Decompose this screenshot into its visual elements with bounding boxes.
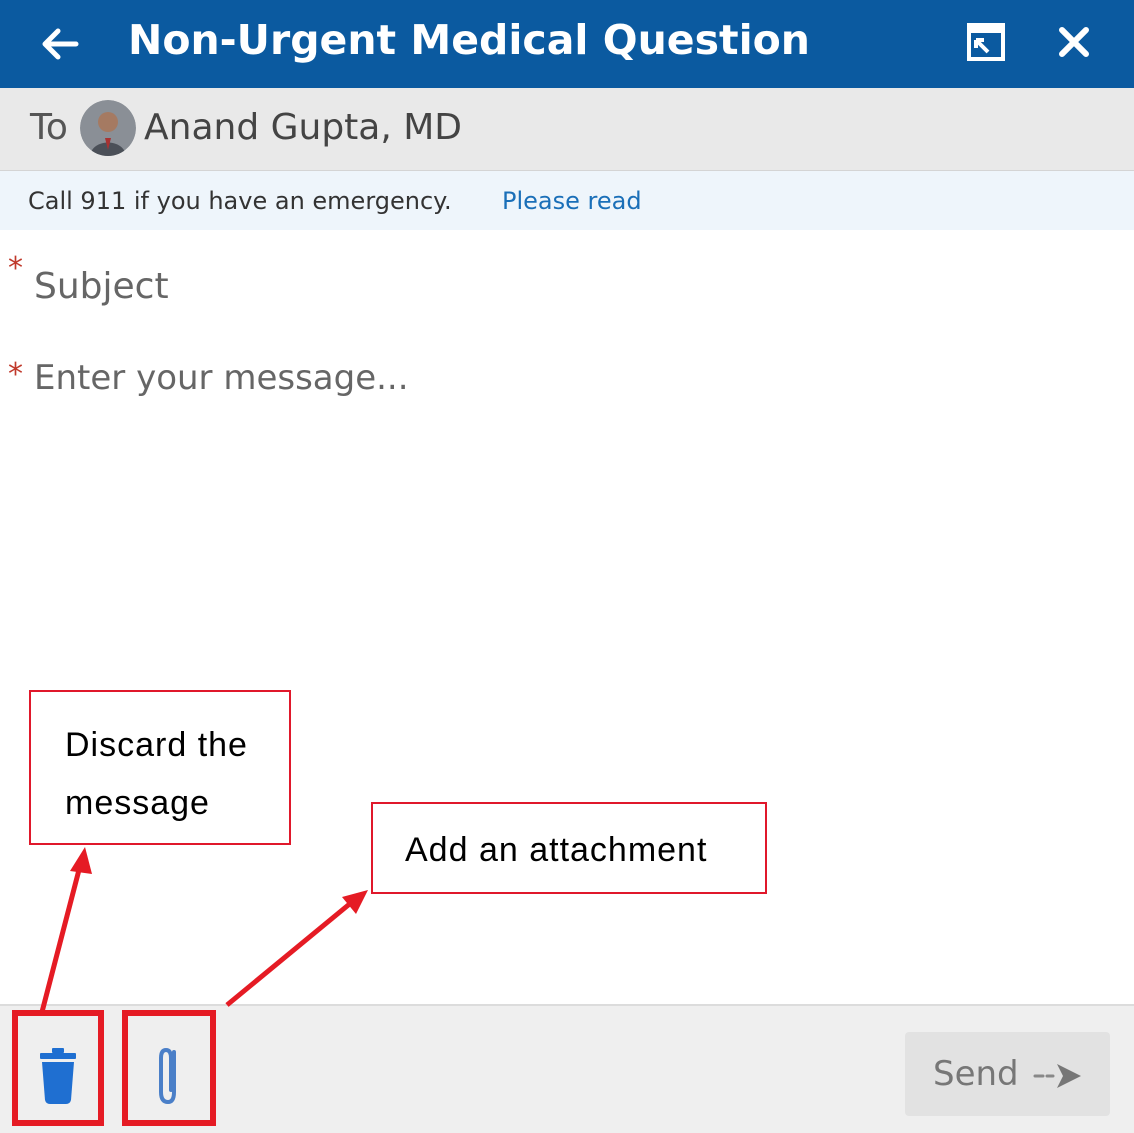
discard-callout-line2: message	[65, 784, 210, 822]
required-marker-subject: *	[8, 251, 23, 286]
emergency-text: Call 911 if you have an emergency.	[28, 187, 452, 215]
discard-callout-line1: Discard the	[65, 726, 248, 764]
discard-highlight-box	[12, 1010, 104, 1126]
message-input[interactable]	[34, 358, 1114, 658]
attach-arrow	[225, 900, 354, 1007]
close-icon[interactable]	[1050, 18, 1098, 66]
emergency-notice: Call 911 if you have an emergency. Pleas…	[0, 171, 1134, 230]
arrow-left-icon[interactable]	[36, 20, 84, 68]
subject-input[interactable]	[34, 258, 1114, 314]
header-bar: Non-Urgent Medical Question	[0, 0, 1134, 88]
required-marker-message: *	[8, 357, 23, 392]
avatar	[80, 100, 136, 156]
send-arrow-icon	[1033, 1064, 1081, 1088]
please-read-link[interactable]: Please read	[502, 185, 642, 217]
attach-arrowhead	[342, 890, 368, 914]
attach-highlight-box	[122, 1010, 216, 1126]
attach-callout-text: Add an attachment	[405, 831, 708, 869]
send-label: Send	[933, 1054, 1019, 1094]
recipient-bar: To Anand Gupta, MD	[0, 88, 1134, 171]
popout-icon[interactable]	[962, 18, 1010, 66]
send-button[interactable]: Send	[905, 1032, 1110, 1116]
attach-callout: Add an attachment	[371, 802, 767, 894]
to-label: To	[30, 107, 68, 148]
discard-arrowhead	[70, 847, 92, 874]
dialog-title: Non-Urgent Medical Question	[128, 16, 810, 64]
discard-arrow	[39, 865, 83, 1013]
discard-callout: Discard the message	[29, 690, 291, 845]
recipient-name[interactable]: Anand Gupta, MD	[144, 106, 462, 150]
